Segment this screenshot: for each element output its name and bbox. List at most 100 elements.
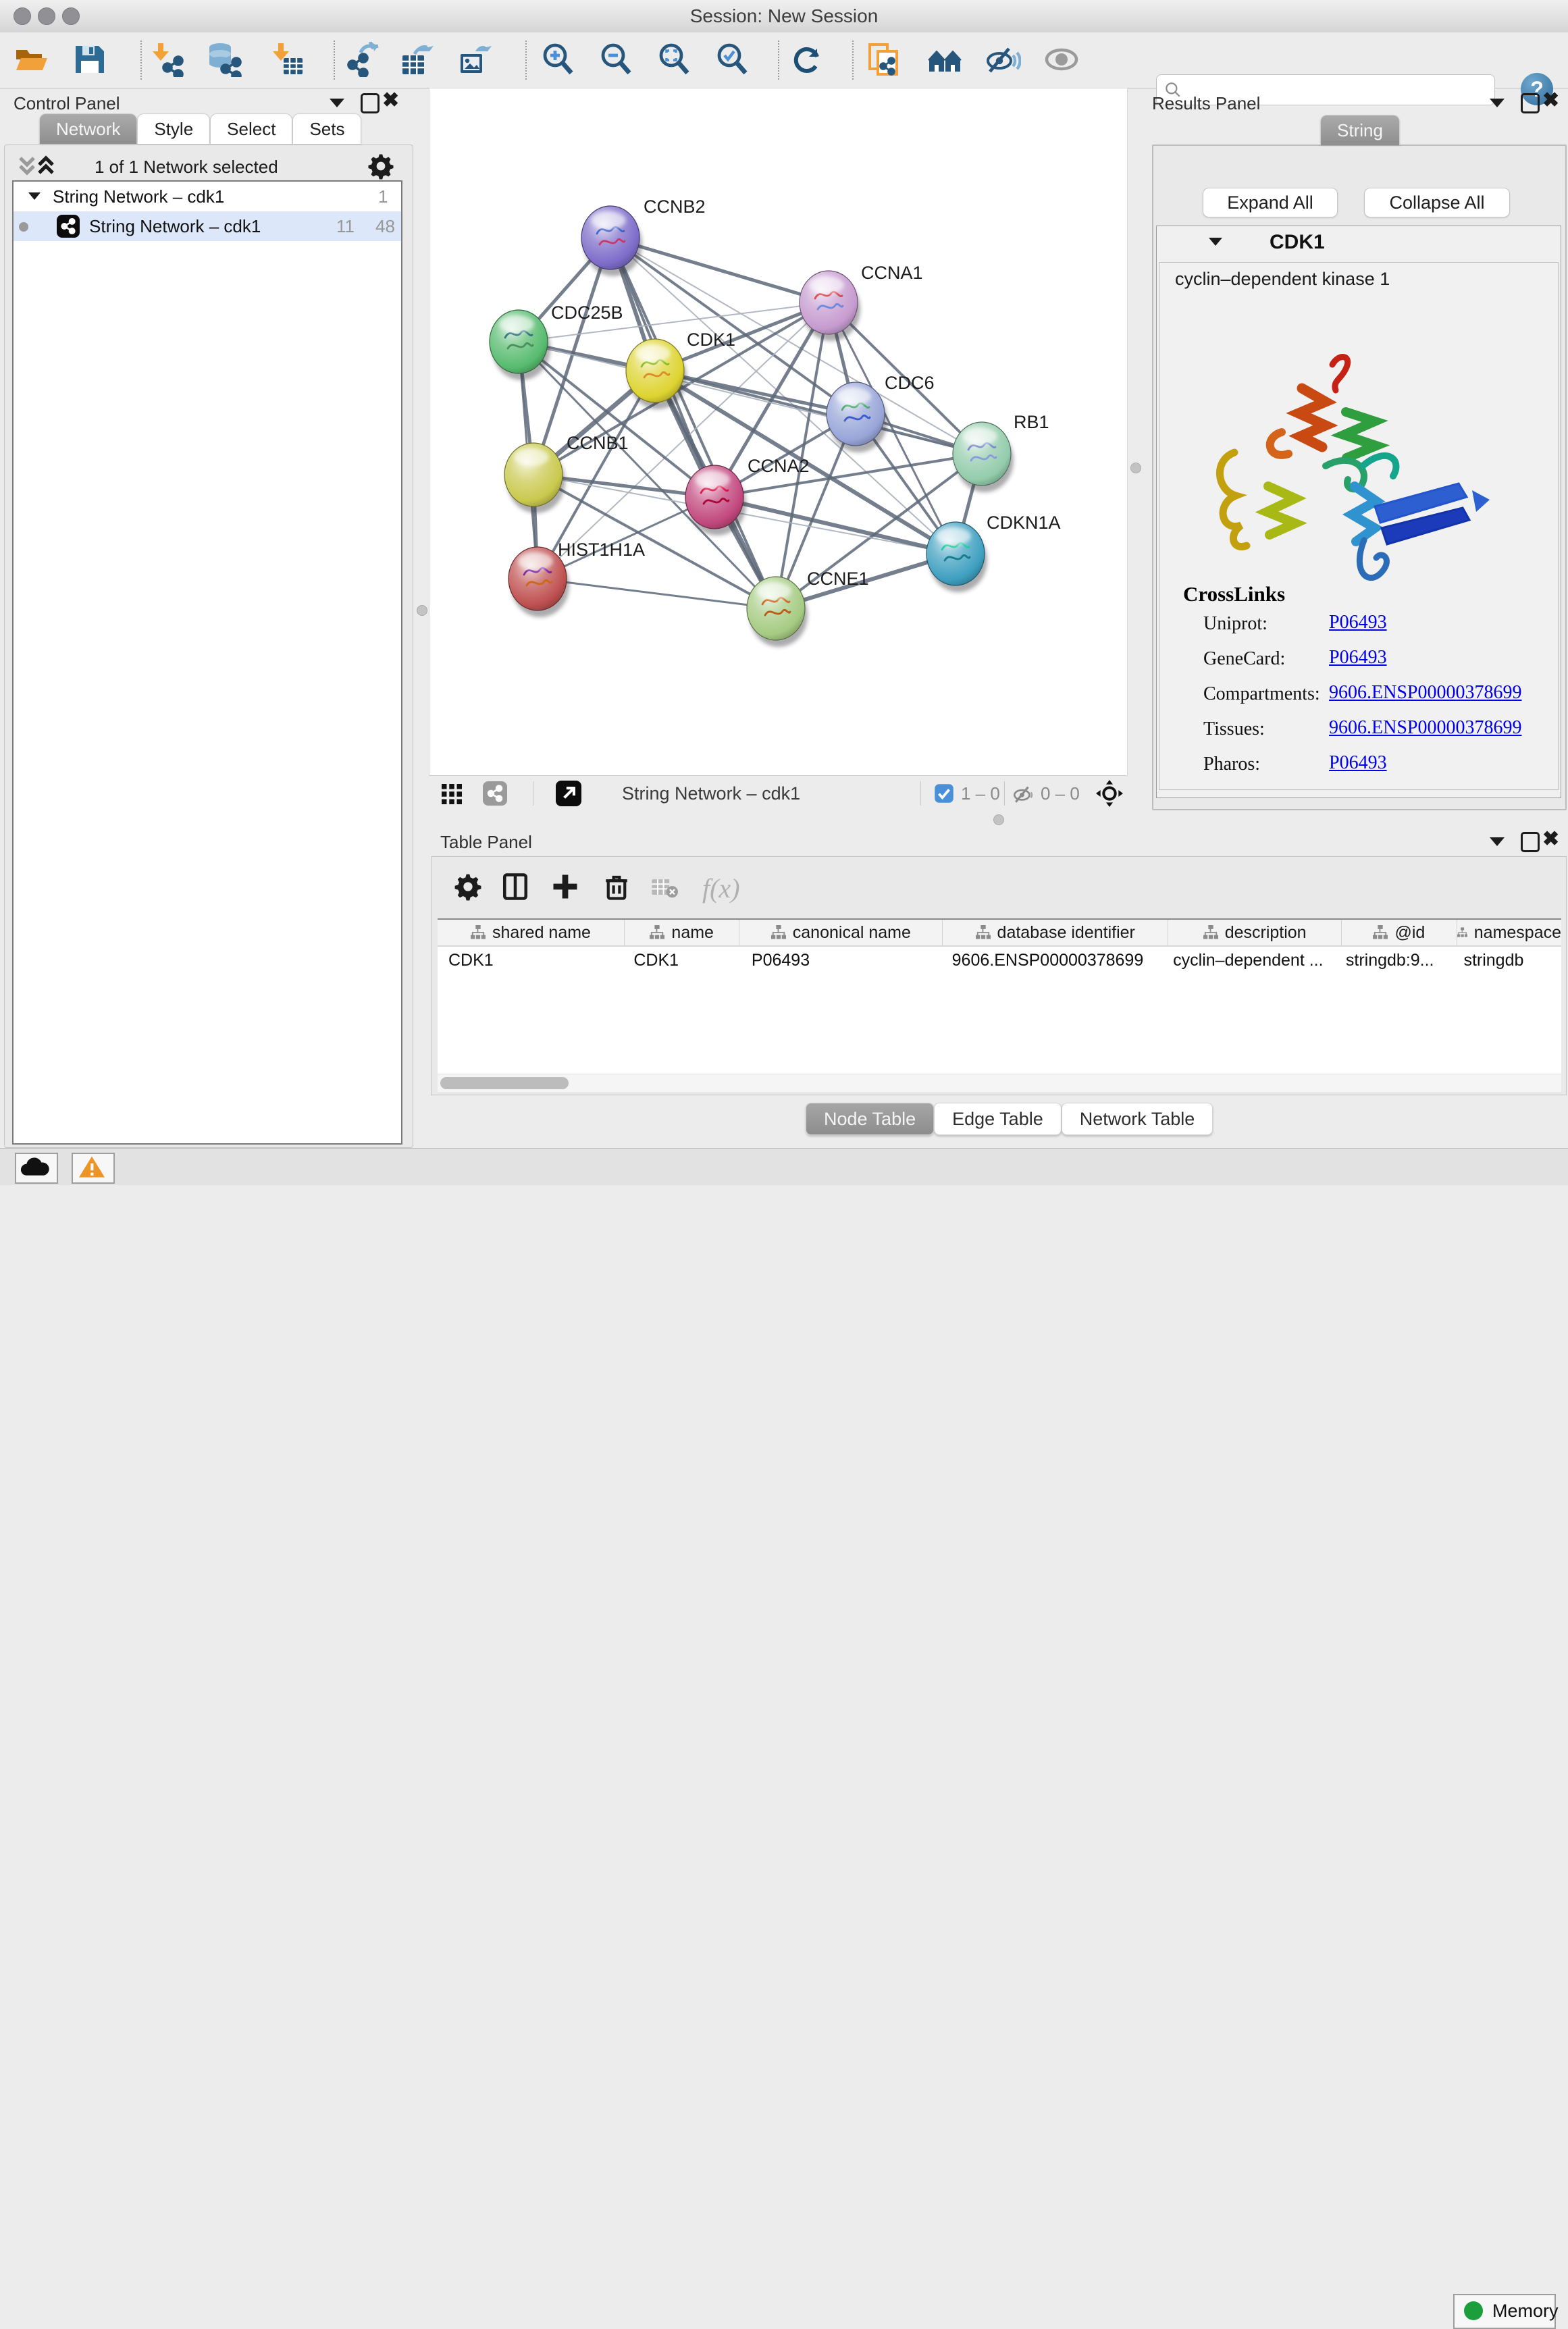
network-node-CCNB2[interactable]: CCNB2 (581, 197, 706, 276)
collapse-all-button[interactable]: Collapse All (1364, 188, 1510, 217)
column-header[interactable]: name (625, 920, 739, 945)
table-panel-float-icon[interactable] (1521, 832, 1540, 852)
table-panel-collapse-icon[interactable] (1490, 837, 1505, 846)
cell-shared-name[interactable]: CDK1 (438, 947, 623, 974)
control-panel-float-icon[interactable] (361, 93, 380, 113)
network-edge-HIST1H1A-CCNE1[interactable] (538, 579, 776, 608)
results-panel-collapse-icon[interactable] (1490, 99, 1505, 107)
network-edge-CCNB2-CCNA1[interactable] (610, 238, 829, 303)
crosslink-label: Uniprot: (1203, 613, 1268, 635)
network-node-CCNE1[interactable]: CCNE1 (747, 569, 869, 647)
results-panel-close-icon[interactable]: ✖ (1542, 92, 1559, 109)
tab-network-table[interactable]: Network Table (1062, 1103, 1213, 1135)
hide-selected-eye-slash-icon[interactable] (986, 42, 1021, 77)
save-session-icon[interactable] (72, 42, 107, 77)
cell-canonical-name[interactable]: P06493 (741, 947, 941, 974)
right-splitter-handle[interactable] (1130, 463, 1141, 473)
table-row[interactable]: CDK1 CDK1 P06493 9606.ENSP00000378699 cy… (438, 947, 1561, 974)
app-store-button[interactable] (15, 1153, 58, 1184)
fit-content-icon[interactable] (656, 42, 691, 77)
scrollbar-thumb[interactable] (440, 1077, 569, 1089)
table-horizontal-scrollbar[interactable] (438, 1074, 1561, 1092)
selected-checkbox-icon[interactable] (934, 783, 954, 804)
network-node-CCNB1[interactable]: CCNB1 (504, 433, 629, 513)
delete-column-trash-icon[interactable] (602, 872, 631, 901)
network-node-HIST1H1A[interactable]: HIST1H1A (508, 540, 645, 617)
cell-database-identifier[interactable]: 9606.ENSP00000378699 (941, 947, 1163, 974)
zoom-in-icon[interactable] (540, 42, 575, 77)
collection-label: String Network – cdk1 (53, 182, 224, 211)
column-header[interactable]: database identifier (943, 920, 1168, 945)
control-panel-collapse-icon[interactable] (330, 99, 344, 107)
add-column-icon[interactable] (551, 872, 579, 901)
control-panel-close-icon[interactable]: ✖ (382, 92, 399, 109)
toolbar-separator (778, 41, 779, 80)
zoom-out-icon[interactable] (598, 42, 633, 77)
title-bar: Session: New Session (0, 0, 1568, 33)
show-all-networks-icon[interactable] (928, 42, 963, 77)
cell-description[interactable]: cyclin–dependent ... (1162, 947, 1335, 974)
grid-view-icon[interactable] (440, 782, 464, 806)
network-canvas[interactable]: CCNB2CCNA1CDC25BCDK1CDC6RB1CCNB1CCNA2CDK… (429, 88, 1128, 777)
results-panel-float-icon[interactable] (1521, 93, 1540, 113)
copy-style-icon[interactable] (867, 42, 902, 77)
cell-id[interactable]: stringdb:9... (1335, 947, 1453, 974)
left-splitter-handle[interactable] (417, 605, 427, 616)
hidden-eye-slash-icon[interactable] (1012, 783, 1035, 806)
crosslink-link[interactable]: 9606.ENSP00000378699 (1329, 682, 1521, 704)
pan-crosshair-icon[interactable] (1096, 780, 1123, 807)
crosslink-link[interactable]: P06493 (1329, 612, 1387, 633)
column-type-icon (1203, 925, 1218, 940)
table-options-gear-icon[interactable] (454, 872, 482, 901)
open-session-icon[interactable] (14, 42, 49, 77)
column-header[interactable]: canonical name (739, 920, 943, 945)
crosslink-link[interactable]: P06493 (1329, 647, 1387, 669)
tab-style[interactable]: Style (137, 113, 210, 144)
crosslink-link[interactable]: 9606.ENSP00000378699 (1329, 717, 1521, 739)
network-node-RB1[interactable]: RB1 (953, 412, 1049, 492)
memory-button[interactable]: Memory (1453, 2294, 1556, 2329)
collapse-all-chevron-icon[interactable] (18, 155, 55, 178)
open-in-window-icon[interactable] (556, 781, 581, 806)
network-node-CDKN1A[interactable]: CDKN1A (926, 513, 1061, 592)
tab-string[interactable]: String (1320, 115, 1400, 145)
network-collection-row[interactable]: String Network – cdk1 1 (14, 182, 401, 211)
network-row[interactable]: String Network – cdk1 11 48 (14, 211, 401, 241)
tab-network[interactable]: Network (39, 113, 137, 144)
show-eye-icon[interactable] (1044, 42, 1079, 77)
collection-expand-icon[interactable] (28, 192, 41, 200)
export-table-icon[interactable] (400, 42, 435, 77)
import-network-database-icon[interactable] (207, 42, 242, 77)
expand-all-button[interactable]: Expand All (1203, 188, 1338, 217)
column-header[interactable]: shared name (438, 920, 625, 945)
tab-select[interactable]: Select (210, 113, 292, 144)
network-node-CDC25B[interactable]: CDC25B (490, 303, 623, 380)
network-node-CDC6[interactable]: CDC6 (827, 373, 935, 452)
network-options-gear-icon[interactable] (367, 153, 394, 180)
tab-node-table[interactable]: Node Table (806, 1103, 934, 1135)
protein-expand-icon[interactable] (1209, 238, 1222, 246)
column-header[interactable]: @id (1342, 920, 1457, 945)
table-panel-close-icon[interactable]: ✖ (1542, 831, 1559, 848)
tab-edge-table[interactable]: Edge Table (934, 1103, 1062, 1135)
network-edge-CCNA2-CDKN1A[interactable] (714, 497, 956, 554)
tab-sets[interactable]: Sets (292, 113, 361, 144)
zoom-selected-icon[interactable] (714, 42, 750, 77)
crosslink-link[interactable]: P06493 (1329, 752, 1387, 774)
node-label-CDK1: CDK1 (687, 330, 735, 350)
share-view-icon[interactable] (483, 781, 507, 806)
export-network-icon[interactable] (344, 42, 380, 77)
network-node-CCNA1[interactable]: CCNA1 (800, 263, 923, 341)
import-table-file-icon[interactable] (270, 42, 305, 77)
cell-name[interactable]: CDK1 (623, 947, 741, 974)
bottom-splitter-handle[interactable] (993, 814, 1004, 825)
cell-namespace[interactable]: stringdb (1453, 947, 1561, 974)
column-header[interactable]: description (1168, 920, 1342, 945)
warnings-button[interactable] (72, 1153, 115, 1184)
memory-status-dot (1464, 2301, 1483, 2320)
column-header[interactable]: namespace (1457, 920, 1561, 945)
show-columns-icon[interactable] (501, 872, 529, 901)
refresh-view-icon[interactable] (789, 42, 824, 77)
export-image-icon[interactable] (458, 42, 493, 77)
import-network-file-icon[interactable] (150, 42, 185, 77)
